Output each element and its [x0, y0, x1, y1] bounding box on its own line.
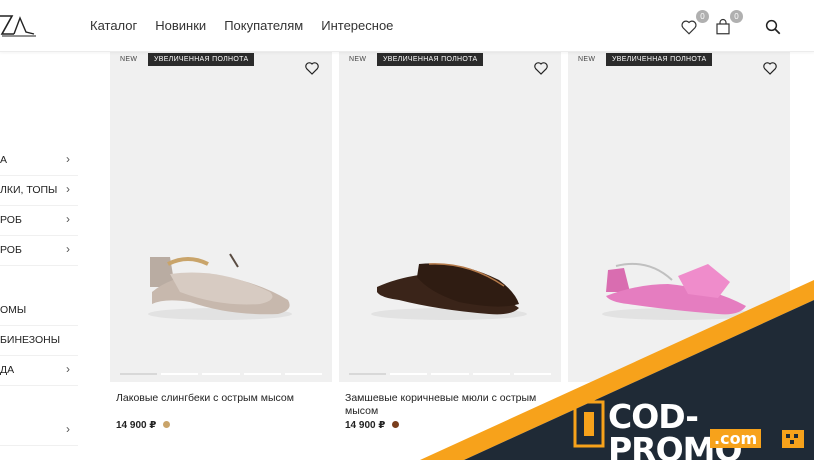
- sidebar-item[interactable]: РОБ ›: [0, 236, 78, 266]
- wide-fit-tag: УВЕЛИЧЕННАЯ ПОЛНОТА: [377, 53, 484, 66]
- pager-dot[interactable]: [284, 373, 323, 375]
- nav-new[interactable]: Новинки: [155, 18, 206, 33]
- product-image[interactable]: [568, 52, 790, 382]
- slingback-shoe-image: [148, 253, 292, 320]
- pager-dot[interactable]: [161, 373, 199, 375]
- sidebar-item[interactable]: ЛКИ, ТОПЫ ›: [0, 176, 78, 206]
- pager-dot[interactable]: [390, 373, 428, 375]
- chevron-right-icon: ›: [66, 182, 70, 196]
- sidebar-item[interactable]: ›: [0, 416, 78, 446]
- sidebar-item-label: РОБ: [0, 214, 22, 226]
- search-button[interactable]: [764, 15, 786, 37]
- chevron-right-icon: ›: [66, 212, 70, 226]
- new-tag: NEW: [120, 56, 138, 63]
- product-image[interactable]: [339, 52, 561, 382]
- chevron-right-icon: ›: [66, 242, 70, 256]
- shopping-bag-icon: [716, 18, 730, 35]
- pager-dot[interactable]: [349, 373, 387, 375]
- product-name[interactable]: Замшевые коричневые мюли с острым мысом: [345, 392, 555, 418]
- wide-fit-tag: УВЕЛИЧЕННАЯ ПОЛНОТА: [148, 53, 255, 66]
- sidebar-item-label: ЛКИ, ТОПЫ: [0, 184, 58, 196]
- cart-count-badge: 0: [730, 10, 743, 23]
- cart-button[interactable]: 0: [714, 10, 743, 37]
- sidebar-item[interactable]: ДА ›: [0, 356, 78, 386]
- pink-slingback-shoe-image: [602, 262, 754, 320]
- pager-dot[interactable]: [472, 373, 510, 375]
- product-card[interactable]: NEW УВЕЛИЧЕННАЯ ПОЛНОТА Замшевые коричне…: [339, 52, 561, 460]
- chevron-right-icon: ›: [66, 152, 70, 166]
- wishlist-count-badge: 0: [696, 10, 709, 23]
- nav-interesting[interactable]: Интересное: [321, 18, 393, 33]
- image-pager[interactable]: [120, 373, 323, 375]
- sidebar-item[interactable]: ОМЫ: [0, 296, 78, 326]
- nav-customers[interactable]: Покупателям: [224, 18, 303, 33]
- main-nav: Каталог Новинки Покупателям Интересное: [90, 18, 393, 33]
- chevron-right-icon: ›: [66, 362, 70, 376]
- new-tag: NEW: [349, 56, 367, 63]
- image-pager[interactable]: [349, 373, 552, 375]
- chevron-right-icon: ›: [66, 422, 70, 436]
- color-swatch[interactable]: [392, 421, 399, 428]
- product-name[interactable]: Лаковые слингбеки с острым мысом: [116, 392, 326, 405]
- category-sidebar: А › ЛКИ, ТОПЫ › РОБ › РОБ › ОМЫ БИНЕЗОНЫ…: [0, 52, 82, 460]
- pager-dot[interactable]: [513, 373, 552, 375]
- heart-icon: [681, 20, 697, 35]
- sidebar-item-label: БИНЕЗОНЫ: [0, 334, 61, 346]
- search-icon: [765, 19, 781, 35]
- brand-logo[interactable]: [0, 12, 38, 38]
- new-tag: NEW: [578, 56, 596, 63]
- product-image[interactable]: [110, 52, 332, 382]
- wide-fit-tag: УВЕЛИЧЕННАЯ ПОЛНОТА: [606, 53, 713, 66]
- color-swatch[interactable]: [163, 421, 170, 428]
- sidebar-item[interactable]: БИНЕЗОНЫ: [0, 326, 78, 356]
- pager-dot[interactable]: [202, 373, 240, 375]
- sidebar-item-label: А: [0, 154, 8, 166]
- site-header: Каталог Новинки Покупателям Интересное 0…: [0, 0, 814, 52]
- wishlist-button[interactable]: 0: [680, 10, 709, 37]
- product-price: 14 900 ₽: [345, 420, 386, 431]
- pager-dot[interactable]: [243, 373, 281, 375]
- sidebar-item-label: РОБ: [0, 244, 22, 256]
- sidebar-item-label: ОМЫ: [0, 304, 27, 316]
- mule-shoe-image: [371, 263, 527, 320]
- product-price: 14 900 ₽: [116, 420, 157, 431]
- sidebar-item[interactable]: РОБ ›: [0, 206, 78, 236]
- sidebar-item-label: ДА: [0, 364, 15, 376]
- pager-dot[interactable]: [431, 373, 469, 375]
- product-card[interactable]: NEW УВЕЛИЧЕННАЯ ПОЛНОТА Лаковые слингбек…: [110, 52, 332, 460]
- promo-domain-text: .com: [710, 429, 762, 448]
- heart-icon[interactable]: [304, 60, 320, 76]
- heart-icon[interactable]: [533, 60, 549, 76]
- nav-catalog[interactable]: Каталог: [90, 18, 137, 33]
- heart-icon[interactable]: [762, 60, 778, 76]
- sidebar-item[interactable]: А ›: [0, 146, 78, 176]
- pager-dot[interactable]: [120, 373, 158, 375]
